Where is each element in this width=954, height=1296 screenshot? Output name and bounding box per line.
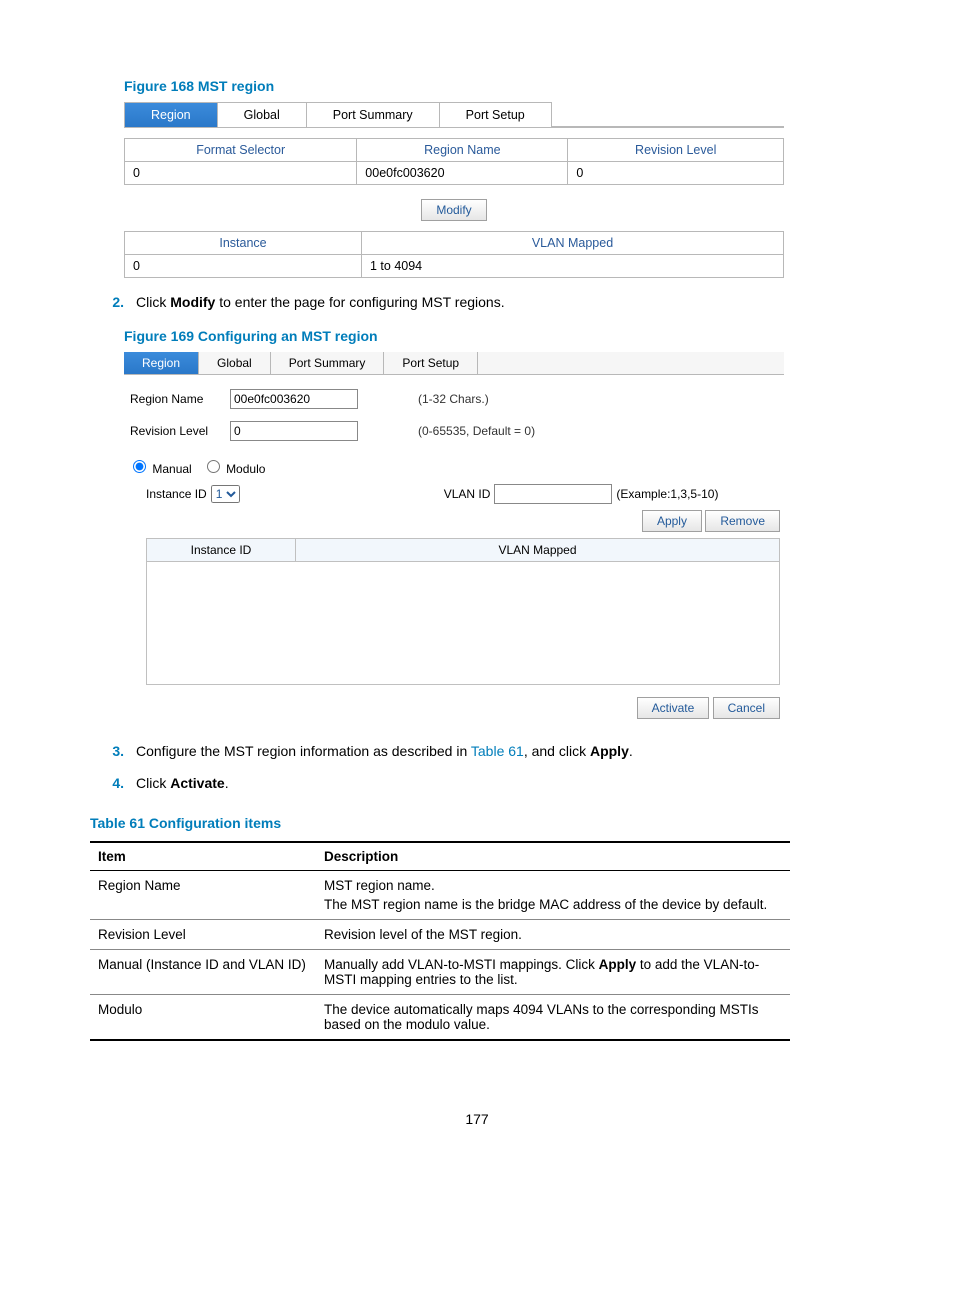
- desc-line-1: MST region name.: [324, 878, 782, 893]
- fig168-tabs: Region Global Port Summary Port Setup: [124, 102, 784, 128]
- step4-bold: Activate: [170, 775, 224, 791]
- step-3: 3. Configure the MST region information …: [90, 743, 864, 759]
- cell-desc: The device automatically maps 4094 VLANs…: [316, 995, 790, 1041]
- step-4: 4. Click Activate.: [90, 775, 864, 791]
- step2-text-b: to enter the page for configuring MST re…: [215, 294, 504, 310]
- revision-level-input[interactable]: [230, 421, 358, 441]
- cell-format-selector: 0: [125, 162, 357, 185]
- cell-item: Modulo: [90, 995, 316, 1041]
- region-name-input[interactable]: [230, 389, 358, 409]
- instance-vlan-table: Instance ID VLAN Mapped: [146, 538, 780, 685]
- step2-text-a: Click: [136, 294, 170, 310]
- col-instance-id: Instance ID: [147, 539, 296, 562]
- vlan-id-label: VLAN ID: [444, 487, 491, 501]
- fig168-table-main: Format Selector Region Name Revision Lev…: [124, 138, 784, 185]
- col-region-name: Region Name: [357, 139, 568, 162]
- page-number: 177: [90, 1111, 864, 1127]
- fig169-tabs: Region Global Port Summary Port Setup: [124, 352, 784, 375]
- step3-text-a: Configure the MST region information as …: [136, 743, 471, 759]
- table-row: Revision Level Revision level of the MST…: [90, 920, 790, 950]
- tab-port-setup[interactable]: Port Setup: [384, 352, 478, 374]
- apply-button[interactable]: Apply: [642, 510, 702, 532]
- table-61: Item Description Region Name MST region …: [90, 841, 790, 1041]
- tab-region[interactable]: Region: [124, 352, 199, 374]
- step3-bold: Apply: [590, 743, 629, 759]
- table-row: 0 00e0fc003620 0: [125, 162, 784, 185]
- col-description: Description: [316, 842, 790, 871]
- step-num-2: 2.: [90, 294, 136, 310]
- step4-text-b: .: [225, 775, 229, 791]
- activate-button[interactable]: Activate: [637, 697, 710, 719]
- tab-port-setup[interactable]: Port Setup: [439, 102, 552, 127]
- figure-168-title: Figure 168 MST region: [124, 78, 864, 94]
- step2-bold: Modify: [170, 294, 215, 310]
- col-vlan-mapped: VLAN Mapped: [362, 232, 784, 255]
- desc-line-2: The MST region name is the bridge MAC ad…: [324, 897, 782, 912]
- remove-button[interactable]: Remove: [705, 510, 780, 532]
- col-revision-level: Revision Level: [568, 139, 784, 162]
- empty-table-body: [147, 562, 780, 685]
- cell-revision-level: 0: [568, 162, 784, 185]
- vlan-id-hint: (Example:1,3,5-10): [616, 487, 718, 501]
- col-instance: Instance: [125, 232, 362, 255]
- table-row: 0 1 to 4094: [125, 255, 784, 278]
- step-num-3: 3.: [90, 743, 136, 759]
- desc-a: Manually add VLAN-to-MSTI mappings. Clic…: [324, 957, 599, 972]
- step3-link[interactable]: Table 61: [471, 743, 524, 759]
- step4-text-a: Click: [136, 775, 170, 791]
- tab-port-summary[interactable]: Port Summary: [306, 102, 440, 127]
- region-name-hint: (1-32 Chars.): [418, 392, 489, 406]
- cell-desc: Manually add VLAN-to-MSTI mappings. Clic…: [316, 950, 790, 995]
- col-vlan-mapped: VLAN Mapped: [296, 539, 780, 562]
- cell-desc: MST region name. The MST region name is …: [316, 871, 790, 920]
- tab-port-summary[interactable]: Port Summary: [271, 352, 385, 374]
- table-row: Region Name MST region name. The MST reg…: [90, 871, 790, 920]
- step3-text-c: .: [629, 743, 633, 759]
- cell-region-name: 00e0fc003620: [357, 162, 568, 185]
- radio-modulo-label: Modulo: [226, 462, 265, 476]
- radio-manual-label: Manual: [152, 462, 191, 476]
- tab-global[interactable]: Global: [199, 352, 271, 374]
- revision-level-label: Revision Level: [130, 424, 230, 438]
- revision-level-hint: (0-65535, Default = 0): [418, 424, 535, 438]
- desc-bold: Apply: [599, 957, 637, 972]
- cell-item: Manual (Instance ID and VLAN ID): [90, 950, 316, 995]
- modify-button[interactable]: Modify: [421, 199, 486, 221]
- step-num-4: 4.: [90, 775, 136, 791]
- table-row: Manual (Instance ID and VLAN ID) Manuall…: [90, 950, 790, 995]
- cancel-button[interactable]: Cancel: [713, 697, 780, 719]
- cell-item: Revision Level: [90, 920, 316, 950]
- region-name-label: Region Name: [130, 392, 230, 406]
- tab-region[interactable]: Region: [124, 102, 218, 127]
- tab-global[interactable]: Global: [217, 102, 307, 127]
- radio-modulo[interactable]: Modulo: [202, 462, 266, 476]
- table-61-title: Table 61 Configuration items: [90, 815, 864, 831]
- radio-manual[interactable]: Manual: [128, 462, 192, 476]
- cell-desc: Revision level of the MST region.: [316, 920, 790, 950]
- cell-vlan-mapped: 1 to 4094: [362, 255, 784, 278]
- table-row: Modulo The device automatically maps 409…: [90, 995, 790, 1041]
- instance-id-label: Instance ID: [146, 487, 207, 501]
- instance-id-select[interactable]: 1: [211, 485, 240, 503]
- step3-text-b: , and click: [524, 743, 590, 759]
- fig168-table-instance: Instance VLAN Mapped 0 1 to 4094: [124, 231, 784, 278]
- col-format-selector: Format Selector: [125, 139, 357, 162]
- cell-item: Region Name: [90, 871, 316, 920]
- cell-instance: 0: [125, 255, 362, 278]
- step-2: 2. Click Modify to enter the page for co…: [90, 294, 864, 310]
- figure-169-title: Figure 169 Configuring an MST region: [124, 328, 864, 344]
- col-item: Item: [90, 842, 316, 871]
- vlan-id-input[interactable]: [494, 484, 612, 504]
